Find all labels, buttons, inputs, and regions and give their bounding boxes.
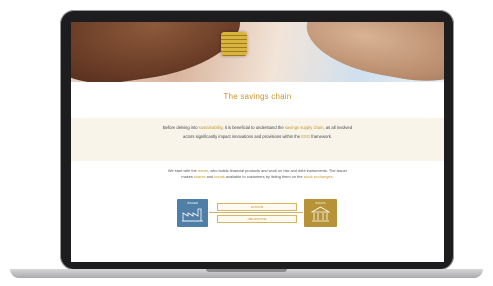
- laptop-screen: The savings chain Before delving into su…: [71, 22, 444, 262]
- bank-building-icon: [310, 206, 331, 222]
- flow-arrow: [209, 212, 303, 213]
- issuer-link[interactable]: issuer: [198, 168, 208, 173]
- body-text-4: available to customers by listing them o…: [224, 173, 304, 179]
- body-text-3: and: [205, 173, 215, 179]
- intro-text-1: Before delving into: [162, 125, 199, 130]
- intro-text-4: framework.: [310, 134, 332, 139]
- sustainability-link[interactable]: sustainability: [199, 125, 223, 130]
- coin-stack-icon: [221, 32, 247, 56]
- bonds-link[interactable]: bonds: [214, 174, 225, 179]
- laptop-base-notch: [206, 269, 287, 272]
- body-paragraph: We start with the issuer, who builds fin…: [167, 168, 348, 179]
- page-title: The savings chain: [223, 92, 292, 101]
- body-text-5: .: [332, 173, 334, 179]
- savings-chain-diagram: ISSUER ACTIONS OBLIGATIONS STOCK: [177, 199, 337, 229]
- hero-image: [71, 22, 444, 82]
- stock-exchange-box[interactable]: STOCK: [304, 199, 337, 227]
- intro-paragraph: Before delving into sustainability, it i…: [157, 123, 358, 141]
- stock-exchanges-link[interactable]: stock exchanges: [304, 174, 333, 179]
- flow-tag-actions: ACTIONS: [217, 203, 297, 211]
- flow-tag-obligations: OBLIGATIONS: [217, 215, 297, 223]
- issuer-box[interactable]: ISSUER: [177, 199, 208, 227]
- hand-left-image: [71, 22, 247, 82]
- hand-right-image: [300, 22, 444, 82]
- esg-link[interactable]: ESG: [301, 134, 310, 139]
- factory-icon: [182, 208, 203, 222]
- body-text-1: We start with the: [167, 168, 198, 173]
- intro-text-2: , it is beneficial to understand the: [222, 125, 285, 130]
- shares-link[interactable]: shares: [194, 174, 206, 179]
- savings-supply-chain-link[interactable]: savings supply chain: [285, 125, 324, 130]
